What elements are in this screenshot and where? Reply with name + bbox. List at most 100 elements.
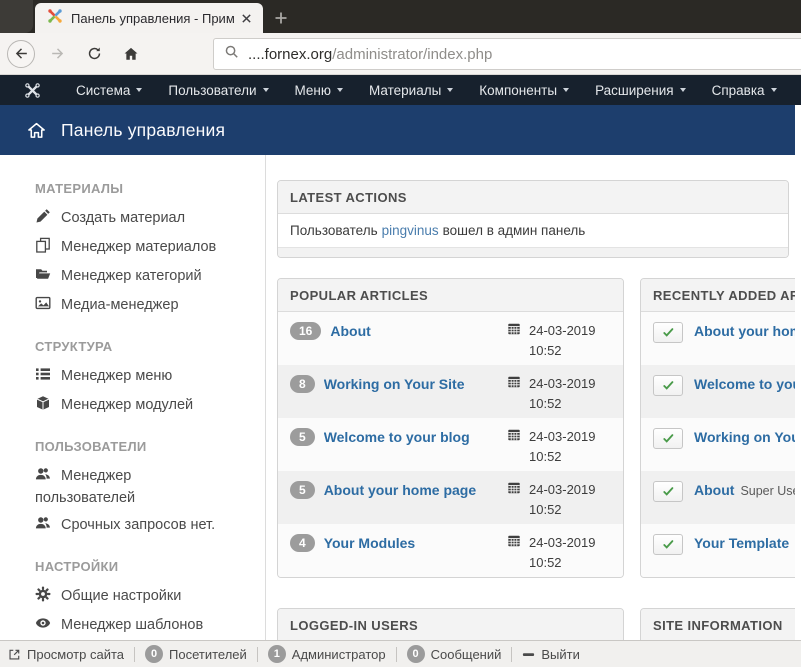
scrollbar-track[interactable]: [795, 105, 801, 640]
publish-check-button[interactable]: [653, 481, 683, 502]
article-link[interactable]: Your Modules: [324, 534, 507, 551]
panel-popular-articles: POPULAR ARTICLES 16 About 24-03-2019 10:…: [277, 278, 624, 578]
menu-content[interactable]: Материалы: [356, 75, 466, 105]
publish-check-button[interactable]: [653, 428, 683, 449]
sidebar-item-module-manager[interactable]: Менеджер модулей: [35, 395, 235, 417]
article-text: About your home page: [694, 322, 801, 341]
sidebar-item-new-article[interactable]: Создать материал: [35, 208, 235, 230]
article-link[interactable]: Your Template: [694, 535, 789, 551]
menu-label: Пользователи: [168, 83, 256, 98]
sidebar-item-label: Создать материал: [61, 210, 185, 226]
article-link[interactable]: Welcome to your blog: [324, 428, 507, 445]
sidebar-item-template-manager[interactable]: Менеджер шаблонов: [35, 615, 235, 637]
menu-help[interactable]: Справка: [699, 75, 790, 105]
tab-close-icon[interactable]: [237, 9, 255, 27]
admins-status[interactable]: 1 Администратор: [268, 645, 386, 663]
publish-check-button[interactable]: [653, 375, 683, 396]
hits-badge: 8: [290, 375, 315, 393]
popular-article-row: 4 Your Modules 24-03-2019 10:52: [278, 524, 623, 577]
forward-button[interactable]: [43, 40, 71, 68]
menu-users[interactable]: Пользователи: [155, 75, 281, 105]
count-badge: 0: [145, 645, 163, 663]
article-link[interactable]: About: [330, 322, 507, 339]
publish-check-button[interactable]: [653, 322, 683, 343]
messages-status[interactable]: 0 Сообщений: [407, 645, 502, 663]
time-value: 10:52: [529, 555, 611, 570]
sidebar-item-label: Менеджер материалов: [61, 239, 216, 255]
divider: [511, 647, 512, 662]
latest-action-row: Пользователь pingvinus вошел в админ панел…: [278, 214, 788, 247]
recent-article-row: Working on Your Site: [641, 418, 801, 471]
article-date: 24-03-2019 10:52: [507, 534, 611, 570]
article-link[interactable]: Working on Your Site: [694, 429, 801, 445]
panel-latest-actions: LATEST ACTIONS Пользовательpingvinusвоше…: [277, 180, 789, 258]
sidebar-section-title: ПОЛЬЗОВАТЕЛИ: [35, 439, 245, 454]
sidebar-item-pending-requests[interactable]: Срочных запросов нет.: [35, 515, 245, 537]
url-bar[interactable]: ....fornex.org/administrator/index.php: [213, 38, 801, 70]
recent-article-row: Welcome to your blog: [641, 365, 801, 418]
view-site-link[interactable]: Просмотр сайта: [8, 647, 124, 662]
panel-title: SITE INFORMATION: [641, 609, 801, 642]
sidebar-section-title: МАТЕРИАЛЫ: [35, 181, 245, 196]
chevron-down-icon: [263, 88, 269, 92]
time-value: 10:52: [529, 449, 611, 464]
admin-menubar: Система Пользователи Меню Материалы Комп…: [0, 75, 801, 105]
article-link[interactable]: About your home page: [324, 481, 507, 498]
menu-label: Материалы: [369, 83, 441, 98]
sidebar-item-label: Общие настройки: [61, 588, 181, 604]
back-button[interactable]: [7, 40, 35, 68]
hits-badge: 5: [290, 481, 315, 499]
logout-label: Выйти: [541, 647, 580, 662]
browser-home-button[interactable]: [117, 40, 145, 68]
article-date: 24-03-2019 10:52: [507, 375, 611, 411]
menu-system[interactable]: Система: [63, 75, 155, 105]
popular-article-row: 16 About 24-03-2019 10:52: [278, 312, 623, 365]
chevron-down-icon: [771, 88, 777, 92]
article-link[interactable]: About your home page: [694, 323, 801, 339]
publish-check-button[interactable]: [653, 534, 683, 555]
sidebar-item-category-manager[interactable]: Менеджер категорий: [35, 266, 235, 288]
calendar-icon: [507, 322, 521, 339]
url-text: ....fornex.org/administrator/index.php: [248, 46, 492, 63]
menu-components[interactable]: Компоненты: [466, 75, 582, 105]
browser-tab-bar: Панель управления - Прим: [0, 0, 801, 33]
action-text-prefix: Пользователь: [290, 223, 378, 238]
folder-open-icon: [35, 266, 52, 288]
article-link[interactable]: Working on Your Site: [324, 375, 507, 392]
logout-link[interactable]: Выйти: [522, 647, 580, 662]
sidebar-section-content: МАТЕРИАЛЫ Создать материал Менеджер мате…: [35, 181, 245, 317]
sidebar-item-article-manager[interactable]: Менеджер материалов: [35, 237, 235, 259]
gear-icon: [35, 586, 52, 608]
eye-icon: [35, 615, 52, 637]
panel-footer-strip: [278, 247, 788, 257]
menu-extensions[interactable]: Расширения: [582, 75, 699, 105]
action-text-suffix: вошел в админ панель: [443, 223, 586, 238]
browser-toolbar: ....fornex.org/administrator/index.php: [0, 33, 801, 75]
calendar-icon: [507, 481, 521, 498]
date-value: 24-03-2019: [529, 323, 596, 338]
chevron-down-icon: [563, 88, 569, 92]
user-link[interactable]: pingvinus: [382, 223, 439, 238]
browser-window: Панель управления - Прим ....fornex.org/…: [0, 0, 801, 667]
sidebar-item-media-manager[interactable]: Медиа-менеджер: [35, 295, 235, 317]
home-icon: [27, 121, 46, 140]
sidebar-item-global-configuration[interactable]: Общие настройки: [35, 586, 235, 608]
count-badge: 0: [407, 645, 425, 663]
new-tab-button[interactable]: [268, 5, 294, 31]
url-path: /administrator/index.php: [332, 46, 492, 63]
sidebar-item-label: Менеджер меню: [61, 368, 172, 384]
sidebar-section-users: ПОЛЬЗОВАТЕЛИ Менеджер пользователей Сроч…: [35, 439, 245, 537]
visitors-status[interactable]: 0 Посетителей: [145, 645, 247, 663]
divider: [134, 647, 135, 662]
sidebar-item-menu-manager[interactable]: Менеджер меню: [35, 366, 235, 388]
article-link[interactable]: About: [694, 482, 734, 498]
window-control-area[interactable]: [0, 0, 33, 33]
menu-menus[interactable]: Меню: [282, 75, 357, 105]
sidebar-section-title: СТРУКТУРА: [35, 339, 245, 354]
sidebar-item-user-manager[interactable]: Менеджер пользователей: [35, 466, 235, 508]
browser-tab[interactable]: Панель управления - Прим: [35, 3, 263, 33]
sidebar-item-label: Менеджер модулей: [61, 397, 193, 413]
count-badge: 1: [268, 645, 286, 663]
article-link[interactable]: Welcome to your blog: [694, 376, 801, 392]
reload-button[interactable]: [80, 40, 108, 68]
